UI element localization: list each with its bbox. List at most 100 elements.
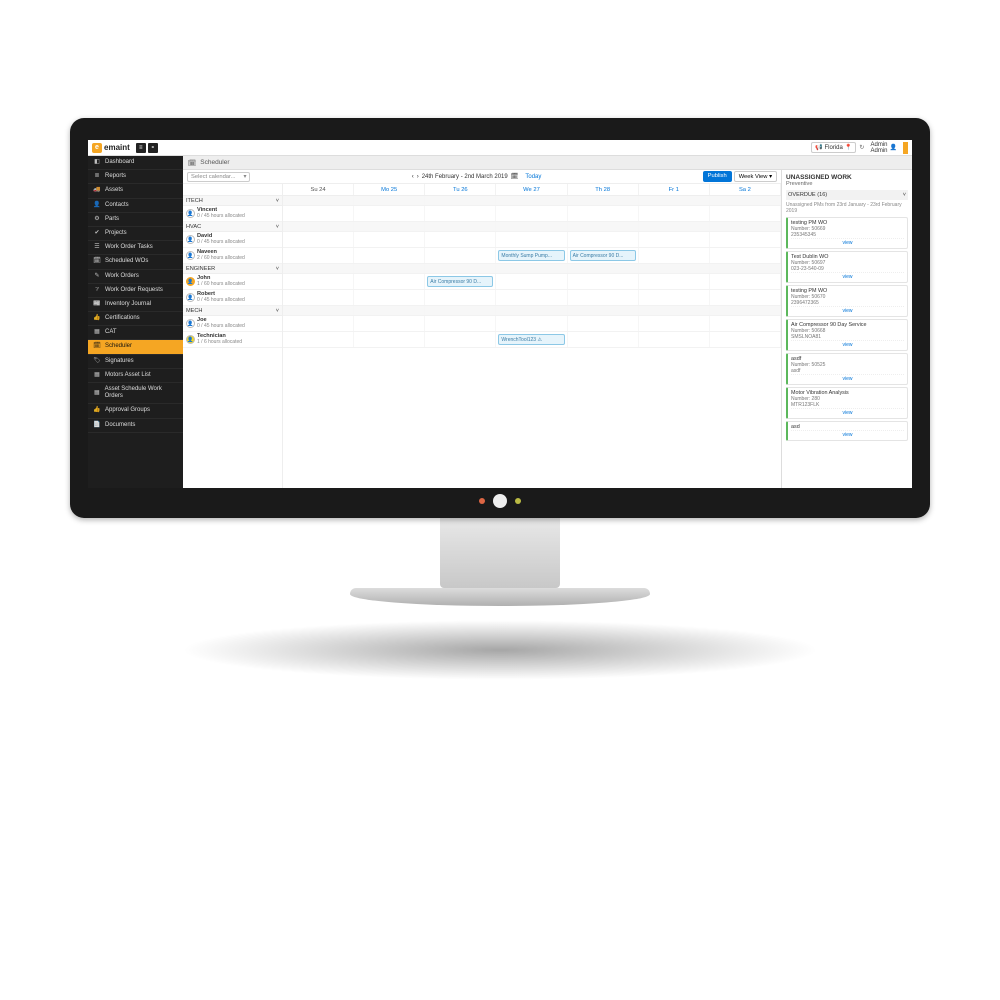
work-order-card[interactable]: testing PM WONumber: 506702396472365view	[786, 285, 908, 317]
work-order-card[interactable]: asdview	[786, 421, 908, 441]
publish-button[interactable]: Publish	[703, 171, 732, 182]
calendar-cell[interactable]	[568, 332, 639, 347]
sidebar-item-work-order-requests[interactable]: ?Work Order Requests	[88, 284, 183, 298]
calendar-event[interactable]: Air Compressor 90 D...	[570, 250, 636, 261]
calendar-cell[interactable]: Air Compressor 90 D...	[568, 248, 639, 263]
calendar-event[interactable]: Monthly Sump Pump...	[498, 250, 564, 261]
calendar-cell[interactable]: Air Compressor 90 D...	[425, 274, 496, 289]
sidebar-item-documents[interactable]: 📄Documents	[88, 419, 183, 433]
calendar-cell[interactable]	[425, 290, 496, 305]
calendar-cell[interactable]	[354, 332, 425, 347]
sidebar-item-cat[interactable]: ▦CAT	[88, 326, 183, 340]
calendar-cell[interactable]	[710, 206, 781, 221]
today-button[interactable]: Today	[525, 174, 541, 180]
day-header[interactable]: Tu 26	[425, 184, 496, 195]
calendar-cell[interactable]	[425, 232, 496, 247]
wo-view-link[interactable]: view	[791, 306, 904, 314]
calendar-cell[interactable]	[568, 274, 639, 289]
prev-week[interactable]: ‹	[412, 174, 414, 180]
calendar-icon-small[interactable]: 🗓	[511, 173, 519, 180]
calendar-cell[interactable]: Monthly Sump Pump...	[496, 248, 567, 263]
resource-person[interactable]: 👤Technician1 / 6 hours allocated	[183, 332, 282, 348]
calendar-event[interactable]: Air Compressor 90 D...	[427, 276, 493, 287]
work-order-card[interactable]: Test Dublin WONumber: 50697023-23-540-09…	[786, 251, 908, 283]
calendar-cell[interactable]	[354, 274, 425, 289]
day-header[interactable]: Sa 2	[710, 184, 781, 195]
calendar-cell[interactable]	[496, 274, 567, 289]
sidebar-item-assets[interactable]: 🚚Assets	[88, 184, 183, 198]
calendar-cell[interactable]	[354, 248, 425, 263]
calendar-cell[interactable]	[639, 290, 710, 305]
day-header[interactable]: Fr 1	[639, 184, 710, 195]
calendar-cell[interactable]	[354, 206, 425, 221]
resource-person[interactable]: 👤John1 / 60 hours allocated	[183, 274, 282, 290]
wo-view-link[interactable]: view	[791, 340, 904, 348]
calendar-cell[interactable]	[496, 316, 567, 331]
sidebar-item-scheduler[interactable]: 🗓Scheduler	[88, 340, 183, 354]
resource-group[interactable]: ITECH˅	[183, 196, 282, 206]
calendar-cell[interactable]	[283, 274, 354, 289]
calendar-cell[interactable]	[496, 232, 567, 247]
calendar-select[interactable]: Select calendar... ▾	[187, 172, 250, 182]
calendar-cell[interactable]	[496, 206, 567, 221]
calendar-cell[interactable]	[568, 206, 639, 221]
calendar-cell[interactable]	[283, 206, 354, 221]
sidebar-item-scheduled-wos[interactable]: 🗓Scheduled WOs	[88, 255, 183, 269]
calendar-cell[interactable]	[283, 232, 354, 247]
calendar-cell[interactable]	[639, 274, 710, 289]
resource-person[interactable]: 👤Robert0 / 45 hours allocated	[183, 290, 282, 306]
menu-icon[interactable]: ≡	[136, 143, 146, 153]
resource-person[interactable]: 👤David0 / 45 hours allocated	[183, 232, 282, 248]
day-header[interactable]: Th 28	[568, 184, 639, 195]
resource-person[interactable]: 👤Naveen2 / 60 hours allocated	[183, 248, 282, 264]
work-order-card[interactable]: testing PM WONumber: 50669235345345view	[786, 217, 908, 249]
calendar-cell[interactable]	[710, 316, 781, 331]
sidebar-item-dashboard[interactable]: ◧Dashboard	[88, 156, 183, 170]
calendar-cell[interactable]	[283, 332, 354, 347]
work-order-card[interactable]: Motor Vibration AnalysisNumber: 280MTR12…	[786, 387, 908, 419]
sidebar-item-approval-groups[interactable]: 👍Approval Groups	[88, 404, 183, 418]
calendar-cell[interactable]	[710, 232, 781, 247]
wo-view-link[interactable]: view	[791, 238, 904, 246]
sidebar-item-motors-asset-list[interactable]: ▦Motors Asset List	[88, 369, 183, 383]
wo-view-link[interactable]: view	[791, 272, 904, 280]
calendar-cell[interactable]: WrenchTool123 ⚠	[496, 332, 567, 347]
sidebar-item-work-order-tasks[interactable]: ☰Work Order Tasks	[88, 241, 183, 255]
calendar-cell[interactable]	[639, 332, 710, 347]
calendar-cell[interactable]	[568, 316, 639, 331]
calendar-cell[interactable]	[425, 316, 496, 331]
resource-person[interactable]: 👤Joe0 / 45 hours allocated	[183, 316, 282, 332]
calendar-cell[interactable]	[354, 232, 425, 247]
calendar-cell[interactable]	[283, 248, 354, 263]
share-icon[interactable]: ⚬	[148, 143, 158, 153]
sidebar-item-contacts[interactable]: 👤Contacts	[88, 199, 183, 213]
sidebar-item-parts[interactable]: ⚙Parts	[88, 213, 183, 227]
calendar-cell[interactable]	[639, 316, 710, 331]
refresh-icon[interactable]: ↻	[859, 144, 864, 151]
calendar-cell[interactable]	[568, 232, 639, 247]
resource-group[interactable]: ENGINEER˅	[183, 264, 282, 274]
work-order-card[interactable]: Air Compressor 90 Day ServiceNumber: 506…	[786, 319, 908, 351]
sidebar-item-asset-schedule-work-orders[interactable]: ▦Asset Schedule Work Orders	[88, 383, 183, 404]
calendar-cell[interactable]	[496, 290, 567, 305]
overdue-header[interactable]: OVERDUE (16) ˅	[786, 190, 908, 200]
calendar-cell[interactable]	[425, 248, 496, 263]
calendar-cell[interactable]	[283, 316, 354, 331]
calendar-cell[interactable]	[283, 290, 354, 305]
calendar-cell[interactable]	[710, 274, 781, 289]
calendar-cell[interactable]	[425, 206, 496, 221]
sidebar-item-projects[interactable]: ✔Projects	[88, 227, 183, 241]
wo-view-link[interactable]: view	[791, 408, 904, 416]
calendar-cell[interactable]	[639, 248, 710, 263]
resource-person[interactable]: 👤Vincent0 / 45 hours allocated	[183, 206, 282, 222]
wo-view-link[interactable]: view	[791, 430, 904, 438]
calendar-cell[interactable]	[639, 206, 710, 221]
day-header[interactable]: Su 24	[283, 184, 354, 195]
calendar-cell[interactable]	[354, 290, 425, 305]
calendar-cell[interactable]	[710, 290, 781, 305]
calendar-event[interactable]: WrenchTool123 ⚠	[498, 334, 564, 345]
work-order-card[interactable]: asdfNumber: 50525asdfview	[786, 353, 908, 385]
calendar-cell[interactable]	[354, 316, 425, 331]
calendar-cell[interactable]	[425, 332, 496, 347]
calendar-cell[interactable]	[568, 290, 639, 305]
